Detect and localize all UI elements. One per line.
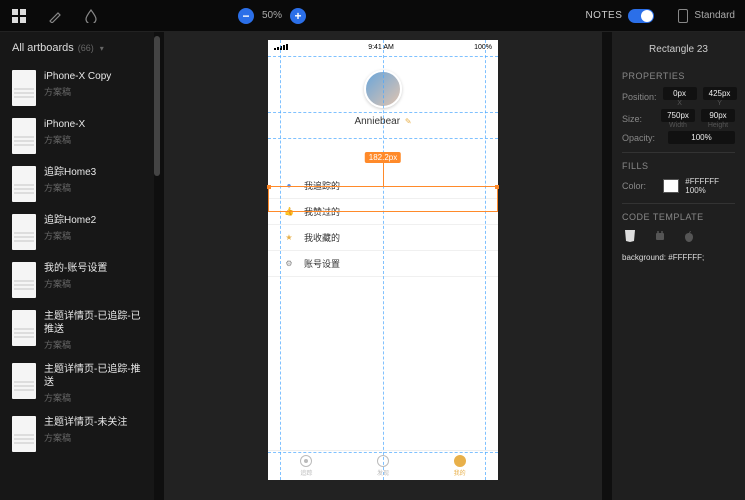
android-tab[interactable] bbox=[652, 228, 668, 244]
compass-icon bbox=[377, 455, 389, 467]
toggle-switch-icon[interactable] bbox=[628, 9, 654, 23]
color-swatch[interactable] bbox=[663, 179, 679, 193]
css-tab[interactable] bbox=[622, 228, 638, 244]
artboard-title: 追踪Home2 bbox=[44, 214, 96, 227]
person-icon bbox=[454, 455, 466, 467]
color-value: #FFFFFF 100% bbox=[685, 177, 735, 195]
menu-row-icon: ★ bbox=[284, 233, 294, 243]
artboard-subtitle: 方案稿 bbox=[44, 229, 96, 242]
notes-toggle[interactable]: NOTES bbox=[585, 9, 654, 23]
artboard-count: (66) bbox=[78, 43, 94, 53]
artboard-title: 主题详情页-已追踪-推送 bbox=[44, 363, 142, 389]
sidebar-header[interactable]: All artboards (66) ▾ bbox=[0, 32, 154, 64]
tab-bar: 追踪 发现 我的 bbox=[268, 450, 498, 480]
artboard-title: 我的-账号设置 bbox=[44, 262, 107, 275]
tab-label: 发现 bbox=[377, 468, 389, 477]
artboard-thumbnail bbox=[12, 416, 36, 452]
measurement-badge: 182.2px bbox=[365, 152, 401, 163]
canvas[interactable]: 9:41 AM 100% Anniebear ✎ 182.2px ●我追踪的👍我… bbox=[154, 32, 612, 500]
artboard-title: 主题详情页-已追踪-已推送 bbox=[44, 310, 142, 336]
artboard-subtitle: 方案稿 bbox=[44, 391, 142, 404]
size-label: Size: bbox=[622, 114, 655, 124]
artboard-title: 追踪Home3 bbox=[44, 166, 96, 179]
signal-icon bbox=[274, 44, 288, 50]
pen-icon[interactable] bbox=[46, 7, 64, 25]
opacity-label: Opacity: bbox=[622, 133, 662, 143]
artboard-list: iPhone-X Copy方案稿iPhone-X方案稿追踪Home3方案稿追踪H… bbox=[0, 64, 154, 458]
sidebar-item[interactable]: 主题详情页-未关注方案稿 bbox=[4, 410, 150, 458]
fills-header: FILLS bbox=[622, 161, 735, 171]
topbar: − 50% + NOTES Standard bbox=[0, 0, 745, 32]
droplet-icon[interactable] bbox=[82, 7, 100, 25]
status-time: 9:41 AM bbox=[368, 44, 394, 51]
artboard-preview[interactable]: 9:41 AM 100% Anniebear ✎ 182.2px ●我追踪的👍我… bbox=[268, 40, 498, 480]
artboard-title: iPhone-X bbox=[44, 118, 85, 131]
phone-icon bbox=[678, 9, 688, 23]
scrollbar-vertical[interactable] bbox=[154, 36, 160, 176]
artboard-thumbnail bbox=[12, 118, 36, 154]
device-label: Standard bbox=[694, 10, 735, 21]
code-output[interactable]: background: #FFFFFF; bbox=[622, 252, 735, 263]
zoom-in-button[interactable]: + bbox=[290, 8, 306, 24]
artboard-thumbnail bbox=[12, 214, 36, 250]
tab-track[interactable]: 追踪 bbox=[268, 451, 345, 480]
properties-header: PROPERTIES bbox=[622, 71, 735, 81]
sidebar-item[interactable]: 主题详情页-已追踪-已推送方案稿 bbox=[4, 304, 150, 357]
selection-rectangle[interactable] bbox=[268, 186, 498, 212]
sidebar-item[interactable]: iPhone-X Copy 方案稿 bbox=[4, 64, 150, 112]
artboard-title: iPhone-X Copy bbox=[44, 70, 111, 83]
position-y[interactable]: 425px bbox=[703, 87, 737, 100]
opacity-value[interactable]: 100% bbox=[668, 131, 735, 144]
zoom-level: 50% bbox=[262, 10, 282, 21]
artboard-sidebar: All artboards (66) ▾ iPhone-X Copy方案稿iPh… bbox=[0, 32, 154, 500]
logo-icon[interactable] bbox=[10, 7, 28, 25]
notes-label: NOTES bbox=[585, 10, 622, 21]
artboard-thumbnail bbox=[12, 262, 36, 298]
eye-icon bbox=[300, 455, 312, 467]
zoom-out-button[interactable]: − bbox=[238, 8, 254, 24]
artboard-thumbnail bbox=[12, 310, 36, 346]
tab-label: 追踪 bbox=[300, 468, 312, 477]
artboard-title: 主题详情页-未关注 bbox=[44, 416, 127, 429]
tab-discover[interactable]: 发现 bbox=[345, 451, 422, 480]
height-value[interactable]: 90px bbox=[701, 109, 735, 122]
position-label: Position: bbox=[622, 92, 657, 102]
menu-row-label: 我收藏的 bbox=[304, 231, 340, 244]
artboard-subtitle: 方案稿 bbox=[44, 431, 127, 444]
sidebar-item[interactable]: iPhone-X 方案稿 bbox=[4, 112, 150, 160]
artboard-thumbnail bbox=[12, 166, 36, 202]
sidebar-item[interactable]: 追踪Home3 方案稿 bbox=[4, 160, 150, 208]
tab-mine[interactable]: 我的 bbox=[421, 451, 498, 480]
username: Anniebear bbox=[354, 116, 400, 127]
device-selector[interactable]: Standard bbox=[678, 9, 735, 23]
code-template-header: CODE TEMPLATE bbox=[622, 212, 735, 222]
artboard-subtitle: 方案稿 bbox=[44, 181, 96, 194]
artboard-subtitle: 方案稿 bbox=[44, 85, 111, 98]
artboard-thumbnail bbox=[12, 70, 36, 106]
menu-row-icon: ⚙ bbox=[284, 259, 294, 269]
inspector-panel: Rectangle 23 PROPERTIES Position: 0pxX 4… bbox=[612, 32, 745, 500]
width-value[interactable]: 750px bbox=[661, 109, 695, 122]
ios-tab[interactable] bbox=[682, 228, 698, 244]
status-battery: 100% bbox=[474, 44, 492, 51]
selection-title: Rectangle 23 bbox=[622, 40, 735, 65]
artboard-thumbnail bbox=[12, 363, 36, 399]
sidebar-header-label: All artboards bbox=[12, 42, 74, 54]
artboard-subtitle: 方案稿 bbox=[44, 133, 85, 146]
pencil-icon: ✎ bbox=[405, 117, 412, 126]
artboard-subtitle: 方案稿 bbox=[44, 338, 142, 351]
stage: 9:41 AM 100% Anniebear ✎ 182.2px ●我追踪的👍我… bbox=[164, 32, 602, 500]
zoom-controls: − 50% + bbox=[238, 8, 306, 24]
sidebar-item[interactable]: 我的-账号设置方案稿 bbox=[4, 256, 150, 304]
sidebar-item[interactable]: 主题详情页-已追踪-推送方案稿 bbox=[4, 357, 150, 410]
tab-label: 我的 bbox=[454, 468, 466, 477]
menu-row-label: 账号设置 bbox=[304, 257, 340, 270]
position-x[interactable]: 0px bbox=[663, 87, 697, 100]
color-label: Color: bbox=[622, 181, 657, 191]
artboard-subtitle: 方案稿 bbox=[44, 277, 107, 290]
chevron-down-icon: ▾ bbox=[100, 44, 104, 53]
sidebar-item[interactable]: 追踪Home2 方案稿 bbox=[4, 208, 150, 256]
